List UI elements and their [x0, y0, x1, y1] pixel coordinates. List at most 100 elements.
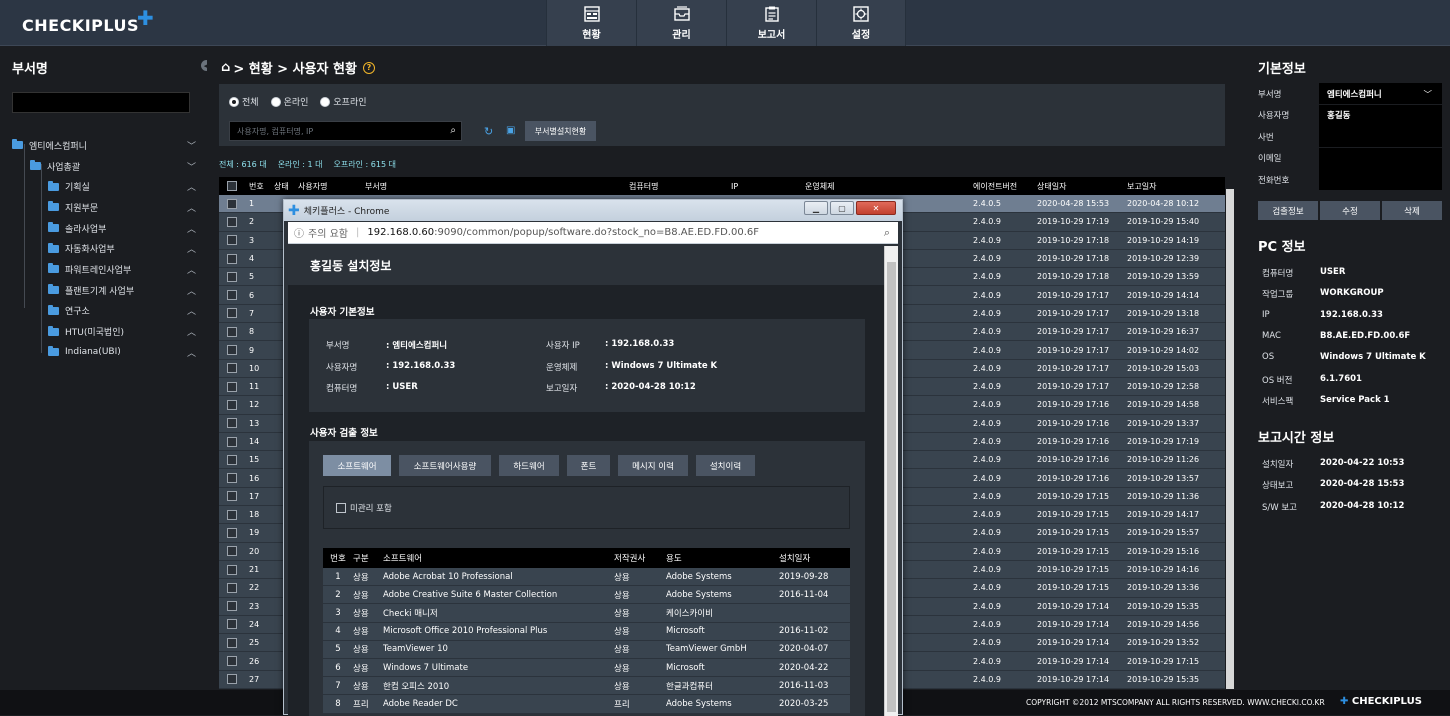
row-checkbox[interactable]	[227, 674, 237, 685]
chevron-up-icon[interactable]: ︿	[187, 304, 196, 317]
row-checkbox[interactable]	[227, 656, 237, 667]
user-search-input[interactable]: 사용자명, 컴퓨터명, IP ⌕	[229, 121, 462, 141]
chevron-down-icon[interactable]: ﹀	[187, 160, 196, 173]
row-checkbox[interactable]	[227, 527, 237, 538]
chevron-down-icon[interactable]: ﹀	[187, 139, 196, 152]
nav-tab-report[interactable]: 보고서	[726, 0, 816, 46]
employee-no-field[interactable]	[1319, 126, 1442, 148]
search-icon[interactable]: ⌕	[450, 125, 456, 136]
popup-titlebar[interactable]: ✚ 체키플러스 - Chrome ▁ ▢ ✕	[284, 200, 902, 221]
software-row[interactable]: 7 상용 한컴 오피스 2010 상용 한글과컴퓨터 2016-11-03	[323, 677, 850, 696]
row-checkbox[interactable]	[227, 473, 237, 484]
row-checkbox[interactable]	[227, 326, 237, 337]
edit-button[interactable]: 수정	[1320, 201, 1380, 220]
scrollbar-thumb[interactable]	[887, 262, 896, 712]
row-checkbox[interactable]	[227, 345, 237, 356]
chevron-up-icon[interactable]: ︿	[187, 263, 196, 276]
delete-button[interactable]: 삭제	[1382, 201, 1442, 220]
table-scrollbar[interactable]	[1225, 177, 1235, 689]
row-checkbox[interactable]	[227, 509, 237, 520]
tree-item-htu[interactable]: HTU(미국법인) ︿	[12, 321, 202, 342]
tree-item-powertrain[interactable]: 파워트레인사업부 ︿	[12, 259, 202, 280]
software-row[interactable]: 2 상용 Adobe Creative Suite 6 Master Collect…	[323, 586, 850, 605]
row-checkbox[interactable]	[227, 399, 237, 410]
row-checkbox[interactable]	[227, 235, 237, 246]
filter-offline-radio[interactable]: 오프라인	[320, 95, 367, 108]
user-name-field[interactable]: 홍길동	[1319, 104, 1442, 126]
chevron-up-icon[interactable]: ︿	[187, 201, 196, 214]
minimize-button[interactable]: ▁	[804, 201, 828, 215]
filter-all-radio[interactable]: 전체	[229, 95, 259, 108]
refresh-icon[interactable]: ↻	[484, 125, 493, 138]
row-checkbox[interactable]	[227, 271, 237, 282]
row-checkbox[interactable]	[227, 198, 237, 209]
close-button[interactable]: ✕	[856, 201, 896, 215]
tab-message-history[interactable]: 메시지 이력	[618, 455, 688, 476]
chevron-up-icon[interactable]: ︿	[187, 346, 196, 359]
select-all-checkbox[interactable]	[227, 181, 237, 191]
software-row[interactable]: 1 상용 Adobe Acrobat 10 Professional 상용 Adobe …	[323, 568, 850, 587]
row-checkbox[interactable]	[227, 216, 237, 227]
row-checkbox[interactable]	[227, 418, 237, 429]
chevron-up-icon[interactable]: ︿	[187, 180, 196, 193]
home-icon[interactable]: ⌂	[221, 60, 230, 75]
save-icon[interactable]: ▣	[506, 125, 515, 136]
tree-item-mts[interactable]: 엠티에스컴퍼니 ﹀	[12, 135, 202, 156]
dept-select[interactable]: 엠티에스컴퍼니 ﹀	[1319, 83, 1442, 105]
tab-hardware[interactable]: 하드웨어	[499, 455, 559, 476]
tree-item-business[interactable]: 사업총괄 ﹀	[12, 156, 202, 177]
zoom-icon[interactable]: ⌕	[884, 226, 890, 240]
row-checkbox[interactable]	[227, 582, 237, 593]
tab-install-history[interactable]: 설치이력	[696, 455, 755, 476]
software-row[interactable]: 3 상용 Checki 매니저 상용 케이스카이비	[323, 604, 850, 623]
row-checkbox[interactable]	[227, 637, 237, 648]
row-checkbox[interactable]	[227, 619, 237, 630]
row-checkbox[interactable]	[227, 253, 237, 264]
info-icon[interactable]: ⓘ	[294, 225, 304, 240]
software-row[interactable]: 5 상용 TeamViewer 10 상용 TeamViewer GmbH 2020-04…	[323, 640, 850, 659]
tree-item-support[interactable]: 지원부문 ︿	[12, 197, 202, 218]
row-checkbox[interactable]	[227, 546, 237, 557]
tree-item-solar[interactable]: 솔라사업부 ︿	[12, 218, 202, 239]
chevron-up-icon[interactable]: ︿	[187, 284, 196, 297]
filter-online-radio[interactable]: 온라인	[270, 95, 308, 108]
chevron-up-icon[interactable]: ︿	[187, 242, 196, 255]
row-checkbox[interactable]	[227, 308, 237, 319]
email-field[interactable]	[1319, 147, 1442, 169]
tree-item-lab[interactable]: 연구소 ︿	[12, 301, 202, 322]
tab-software[interactable]: 소프트웨어	[323, 455, 391, 476]
popup-scrollbar[interactable]	[884, 246, 898, 716]
chevron-up-icon[interactable]: ︿	[187, 325, 196, 338]
row-checkbox[interactable]	[227, 381, 237, 392]
tree-item-indiana[interactable]: Indiana(UBI) ︿	[12, 342, 202, 363]
row-checkbox[interactable]	[227, 491, 237, 502]
maximize-button[interactable]: ▢	[830, 201, 854, 215]
chevron-up-icon[interactable]: ︿	[187, 222, 196, 235]
address-bar[interactable]: ⓘ 주의 요함 | 192.168.0.60:9090/common/popup…	[288, 222, 898, 244]
unmanaged-checkbox[interactable]	[336, 502, 346, 513]
software-row[interactable]: 6 상용 Windows 7 Ultimate 상용 Microsoft 2020-04-…	[323, 658, 850, 678]
tree-item-planning[interactable]: 기획실 ︿	[12, 176, 202, 197]
nav-tab-settings[interactable]: 설정	[816, 0, 906, 46]
help-icon[interactable]: ?	[362, 61, 375, 74]
row-checkbox[interactable]	[227, 290, 237, 301]
row-checkbox[interactable]	[227, 436, 237, 447]
tab-font[interactable]: 폰트	[567, 455, 610, 476]
dept-install-status-button[interactable]: 부서별설치현황	[525, 121, 596, 141]
scrollbar-thumb[interactable]	[1226, 189, 1234, 689]
phone-field[interactable]	[1319, 169, 1442, 191]
nav-tab-manage[interactable]: 관리	[636, 0, 726, 46]
software-row[interactable]: 8 프리 Adobe Reader DC 프리 Adobe Systems 2020-03…	[323, 695, 850, 714]
app-logo[interactable]: CHECKIPLUS✚	[22, 6, 156, 36]
tab-software-usage[interactable]: 소프트웨어사용량	[399, 455, 491, 476]
row-checkbox[interactable]	[227, 601, 237, 612]
nav-tab-status[interactable]: 현황	[546, 0, 636, 46]
software-row[interactable]: 4 상용 Microsoft Office 2010 Professional Pl…	[323, 622, 850, 641]
detect-info-button[interactable]: 검출정보	[1258, 201, 1318, 220]
row-checkbox[interactable]	[227, 454, 237, 465]
row-checkbox[interactable]	[227, 363, 237, 374]
tree-item-plant[interactable]: 플랜트기계 사업부 ︿	[12, 280, 202, 301]
department-search-input[interactable]	[12, 92, 190, 113]
row-checkbox[interactable]	[227, 564, 237, 575]
tree-item-automation[interactable]: 자동화사업부 ︿	[12, 238, 202, 259]
